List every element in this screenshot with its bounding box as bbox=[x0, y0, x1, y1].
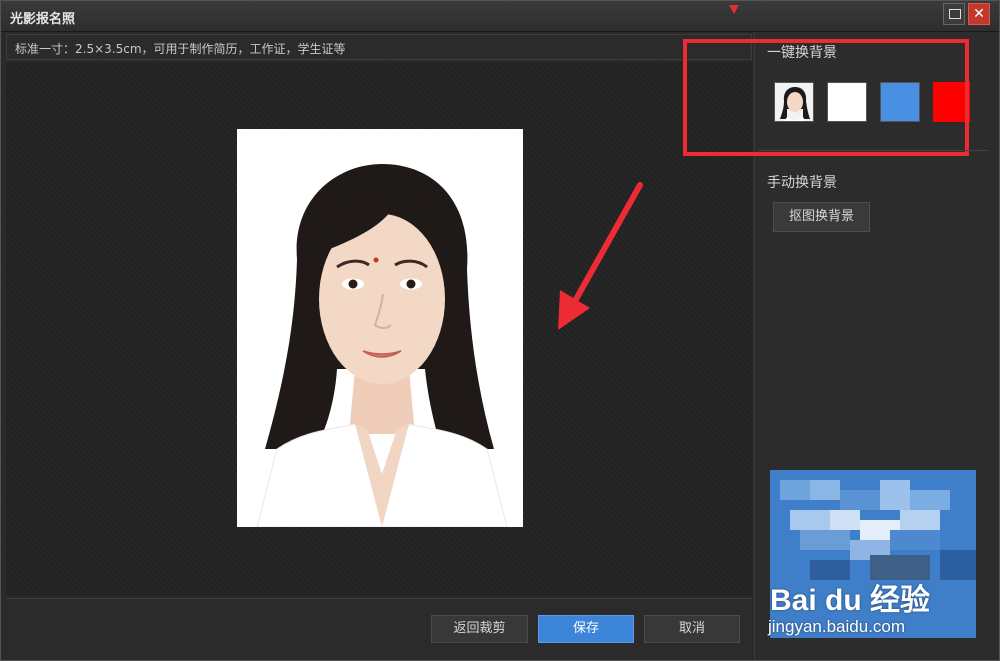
back-to-crop-button[interactable]: 返回裁剪 bbox=[431, 615, 528, 643]
annotation-arrow-icon bbox=[558, 182, 643, 330]
cancel-button[interactable]: 取消 bbox=[644, 615, 740, 643]
watermark-logo: Bai du 经验 bbox=[770, 584, 931, 617]
title-bar[interactable]: 光影报名照 ✕ bbox=[1, 1, 999, 32]
panel-divider bbox=[758, 150, 988, 151]
close-icon: ✕ bbox=[973, 6, 985, 22]
dropdown-triangle-icon bbox=[729, 5, 739, 14]
window-title: 光影报名照 bbox=[10, 12, 76, 27]
close-button[interactable]: ✕ bbox=[968, 3, 990, 25]
maximize-icon bbox=[949, 9, 961, 19]
id-photo bbox=[237, 129, 523, 527]
size-info-text: 标准一寸：2.5×3.5cm，可用于制作简历，工作证，学生证等 bbox=[15, 42, 346, 56]
portrait-image bbox=[237, 129, 523, 527]
size-info-bar: 标准一寸：2.5×3.5cm，可用于制作简历，工作证，学生证等 bbox=[6, 34, 752, 60]
bottom-bar bbox=[6, 598, 752, 655]
annotation-highlight-box bbox=[683, 39, 969, 156]
save-button[interactable]: 保存 bbox=[538, 615, 634, 643]
matting-bg-button[interactable]: 抠图换背景 bbox=[773, 202, 870, 232]
watermark-url: jingyan.baidu.com bbox=[768, 617, 906, 636]
manual-bg-title: 手动换背景 bbox=[767, 175, 837, 191]
maximize-button[interactable] bbox=[943, 3, 965, 25]
